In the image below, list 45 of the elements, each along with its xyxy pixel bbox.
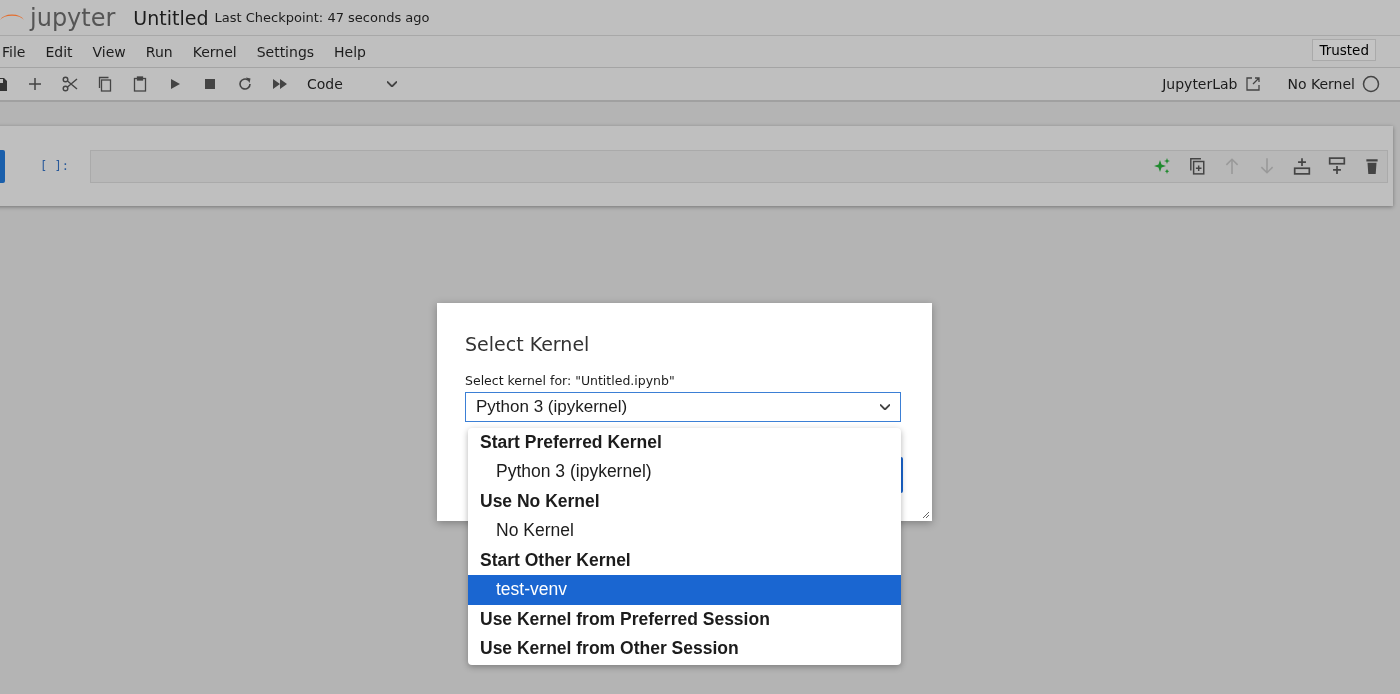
cell-type-dropdown[interactable]: Code (307, 76, 397, 92)
add-icon[interactable] (27, 76, 43, 92)
logo-icon (0, 14, 24, 23)
logo-text: jupyter (30, 2, 116, 33)
jupyterlab-link[interactable]: JupyterLab (1162, 76, 1238, 92)
option-group-header: Use Kernel from Other Session (479, 637, 740, 660)
fast-forward-icon[interactable] (272, 76, 288, 92)
option-group-header: Use No Kernel (479, 490, 601, 513)
insert-above-icon[interactable] (1293, 157, 1311, 175)
kernel-idle-icon (1362, 75, 1380, 93)
code-input[interactable] (90, 149, 1388, 183)
cut-icon[interactable] (62, 76, 78, 92)
cell-prompt: [ ]: (40, 159, 70, 173)
menu-item[interactable]: Settings (246, 43, 325, 60)
kernel-select-label: Select kernel for: "Untitled.ipynb" (465, 373, 676, 388)
menu-item[interactable]: Kernel (182, 43, 247, 60)
kernel-select[interactable]: Python 3 (ipykernel) (465, 392, 901, 422)
kernel-option[interactable]: Python 3 (ipykernel) (468, 457, 901, 487)
checkpoint-text: Last Checkpoint: 47 seconds ago (214, 10, 430, 25)
external-link-icon[interactable] (1244, 76, 1261, 92)
dialog-title: Select Kernel (465, 333, 591, 355)
kernel-option[interactable]: No Kernel (468, 516, 901, 546)
menu-item[interactable]: View (82, 43, 136, 60)
restart-icon[interactable] (237, 76, 253, 92)
option-group-header: Start Other Kernel (479, 549, 632, 572)
menu-item[interactable]: Edit (35, 43, 83, 60)
kernel-status-text[interactable]: No Kernel (1287, 76, 1355, 92)
chevron-down-icon (387, 81, 397, 87)
notebook-cell[interactable]: [ ]: (0, 126, 1393, 206)
notebook-title[interactable]: Untitled (133, 6, 209, 29)
duplicate-icon[interactable] (1188, 157, 1206, 175)
stop-icon[interactable] (202, 76, 218, 92)
resize-grip-icon[interactable] (920, 509, 930, 519)
option-group-header: Use Kernel from Preferred Session (479, 608, 771, 631)
option-group-header: Start Preferred Kernel (479, 431, 663, 454)
menu-item[interactable]: File (0, 43, 36, 60)
menu-item[interactable]: Help (324, 43, 376, 60)
copy-icon[interactable] (97, 76, 113, 92)
chevron-down-icon (880, 404, 890, 410)
menu-item[interactable]: Run (135, 43, 183, 60)
kernel-option[interactable]: test-venv (468, 575, 901, 605)
insert-below-icon[interactable] (1328, 157, 1346, 175)
paste-icon[interactable] (132, 76, 148, 92)
trash-icon[interactable] (1363, 157, 1381, 175)
trusted-button[interactable]: Trusted (1312, 38, 1376, 61)
